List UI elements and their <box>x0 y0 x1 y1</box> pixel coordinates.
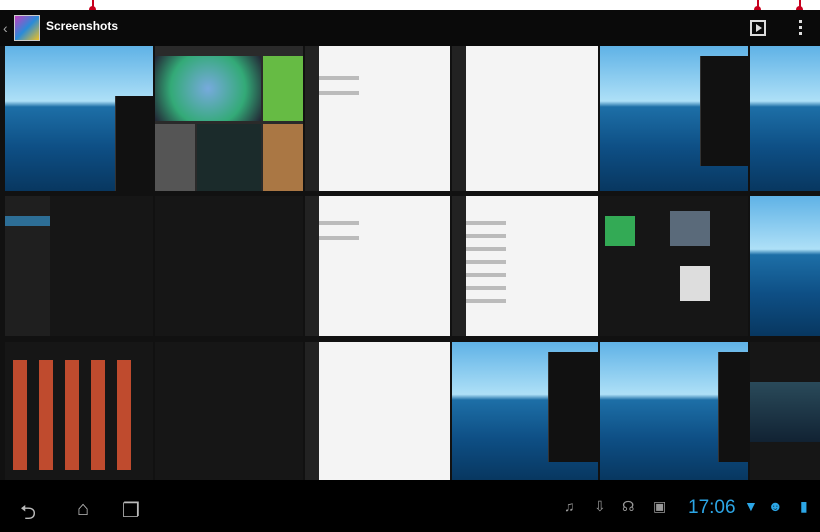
thumbnail-17[interactable] <box>600 342 748 480</box>
thumbnail-4[interactable] <box>452 46 598 191</box>
user-icon: ☻ <box>768 498 783 514</box>
thumbnail-18[interactable] <box>750 342 820 480</box>
callout-line <box>757 0 759 8</box>
thumbnail-13[interactable] <box>5 342 153 480</box>
battery-icon: ▮ <box>800 498 808 514</box>
action-bar <box>0 10 820 46</box>
slideshow-button[interactable] <box>750 20 766 36</box>
back-icon[interactable]: ⮌ <box>20 498 36 532</box>
headphones-icon: ☊ <box>622 498 635 514</box>
thumbnail-15[interactable] <box>305 342 450 480</box>
thumbnail-16[interactable] <box>452 342 598 480</box>
thumbnail-6[interactable] <box>750 46 820 191</box>
page-title: Screenshots <box>46 19 119 33</box>
thumbnail-grid <box>0 46 820 480</box>
screenshot-icon: ▣ <box>653 498 667 514</box>
home-icon[interactable]: ⌂ <box>77 498 89 521</box>
wifi-icon: ▼ <box>744 498 758 514</box>
thumbnail-9[interactable] <box>305 196 450 336</box>
clock: 17:06 <box>688 497 736 518</box>
thumbnail-7[interactable] <box>5 196 153 336</box>
up-caret-icon[interactable]: ‹ <box>3 20 8 36</box>
thumbnail-12[interactable] <box>750 196 820 336</box>
thumbnail-3[interactable] <box>305 46 450 191</box>
thumbnail-10[interactable] <box>452 196 598 336</box>
overflow-menu-button[interactable] <box>798 20 804 36</box>
headset-icon: ♫ <box>564 498 575 514</box>
download-icon: ⇩ <box>594 498 606 514</box>
thumbnail-8[interactable] <box>155 196 303 336</box>
thumbnail-14[interactable] <box>155 342 303 480</box>
thumbnail-11[interactable] <box>600 196 748 336</box>
thumbnail-5[interactable] <box>600 46 748 191</box>
callout-line <box>92 0 94 8</box>
callout-area <box>0 0 820 13</box>
callout-line <box>799 0 801 8</box>
recent-apps-icon[interactable]: ❐ <box>122 498 140 523</box>
thumbnail-2[interactable] <box>155 46 303 191</box>
gallery-icon[interactable] <box>14 15 40 41</box>
thumbnail-1[interactable] <box>5 46 153 191</box>
